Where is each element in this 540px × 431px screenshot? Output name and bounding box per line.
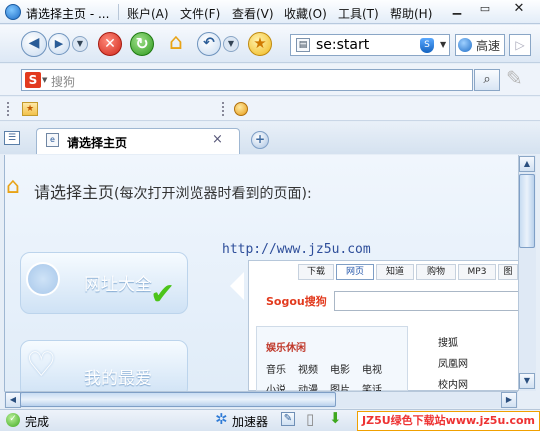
browser-logo-icon[interactable] [5,4,21,20]
preview-tab: 下载 [298,264,334,280]
tab-label: 请选择主页 [67,136,128,150]
speed-logo-icon [458,38,472,52]
page-heading-title: 请选择主页 [34,183,115,202]
refresh-icon[interactable]: ↻ [130,32,154,56]
preview-link: 视频 [298,365,318,376]
edit-icon[interactable]: ✎ [281,412,295,426]
back-arrow-icon[interactable]: ◀ [21,31,47,57]
home-icon[interactable]: ⌂ [163,31,189,55]
address-value[interactable]: se:start [316,37,369,53]
window-title: 请选择主页 - ... [26,7,110,21]
preview-link: 音乐 [266,365,286,376]
toolbar-widget-icon[interactable] [234,102,248,116]
preview-link: 校内网 [438,380,468,391]
speed-mode-label: 高速 [476,39,501,53]
scroll-left-arrow-icon[interactable]: ◀ [5,392,21,408]
phone-icon[interactable]: ▯ [306,411,314,427]
favorites-folder-icon[interactable]: ★ [22,102,38,116]
preview-link: 电影 [330,365,350,376]
new-tab-plus-icon[interactable]: + [251,131,269,149]
accelerator-label[interactable]: 加速器 [232,413,268,430]
option-label: 网址大全 [84,275,152,295]
scroll-down-arrow-icon[interactable]: ▼ [519,373,535,389]
preview-tab: MP3 [458,264,496,280]
undo-dropdown-icon[interactable]: ▼ [223,36,239,52]
tab-list-icon[interactable]: ☰ [4,131,20,145]
heart-icon: ♡ [26,345,57,385]
selected-checkmark-icon: ✔ [150,277,176,312]
minimize-icon[interactable]: ▁ [444,2,470,16]
bar-grip [222,102,225,116]
favorites-bar [0,97,540,121]
preview-pointer [230,272,244,300]
preview-tab: 购物 [416,264,456,280]
undo-close-icon[interactable]: ↶ [197,32,221,56]
security-shield-icon[interactable]: S [420,38,434,53]
search-placeholder: 搜狗 [51,75,76,89]
menu-tools[interactable]: 工具(T) [338,5,379,22]
forward-arrow-icon[interactable]: ▶ [48,33,70,55]
tab-close-icon[interactable]: × [212,132,223,147]
sogou-search-icon[interactable]: S [25,72,41,88]
scroll-up-arrow-icon[interactable]: ▲ [519,156,535,172]
bar-grip [7,102,10,116]
accelerator-icon[interactable]: ✲ [215,411,228,427]
preview-link: 搜狐 [438,338,458,349]
close-window-icon[interactable]: ✕ [506,2,532,16]
stop-icon[interactable]: ✕ [98,32,122,56]
horizontal-scroll-thumb[interactable] [20,392,336,407]
preview-tab-active: 网页 [336,264,374,280]
favorite-star-icon[interactable]: ★ [248,32,272,56]
preview-link: 凤凰网 [438,359,468,370]
scroll-right-arrow-icon[interactable]: ▶ [501,392,517,408]
go-arrow-icon[interactable]: ▷ [509,34,531,56]
menu-separator [118,4,119,20]
menu-favorites[interactable]: 收藏(O) [284,5,327,22]
watermark-url: http://www.jz5u.com [222,242,371,257]
page-heading: 请选择主页(每次打开浏览器时看到的页面): [34,179,312,203]
tab-page-icon: e [46,133,59,147]
pen-icon[interactable]: ✎ [506,66,523,90]
preview-search-box [334,291,520,311]
menu-view[interactable]: 查看(V) [232,5,274,22]
home-icon: ⌂ [6,174,20,199]
page-heading-subtitle: (每次打开浏览器时看到的页面): [114,186,312,202]
magnifier-search-icon[interactable]: ⌕ [474,69,500,91]
search-engine-dropdown-icon[interactable]: ▼ [42,76,47,84]
menu-account[interactable]: 账户(A) [127,5,169,22]
preview-tab: 知道 [376,264,414,280]
search-input[interactable] [21,69,473,91]
menu-help[interactable]: 帮助(H) [390,5,432,22]
site-watermark-banner: JZ5U绿色下载站www.jz5u.com [357,411,540,431]
globe-icon [26,262,60,296]
address-dropdown-icon[interactable]: ▼ [440,40,446,49]
page-icon: ▤ [296,38,310,52]
option-label: 我的最爱 [84,369,152,389]
preview-tab: 图 [498,264,518,280]
vertical-scroll-thumb[interactable] [519,174,535,248]
preview-section-title: 娱乐休闲 [266,343,306,354]
menu-file[interactable]: 文件(F) [180,5,220,22]
download-arrow-icon[interactable]: ⬇ [329,410,342,426]
done-check-icon: ✓ [6,413,20,427]
status-text: 完成 [25,415,50,429]
maximize-icon[interactable]: ▭ [472,2,498,16]
preview-link: 电视 [362,365,382,376]
sogou-logo: Sogou搜狗 [266,295,327,308]
history-dropdown-icon[interactable]: ▼ [72,36,88,52]
